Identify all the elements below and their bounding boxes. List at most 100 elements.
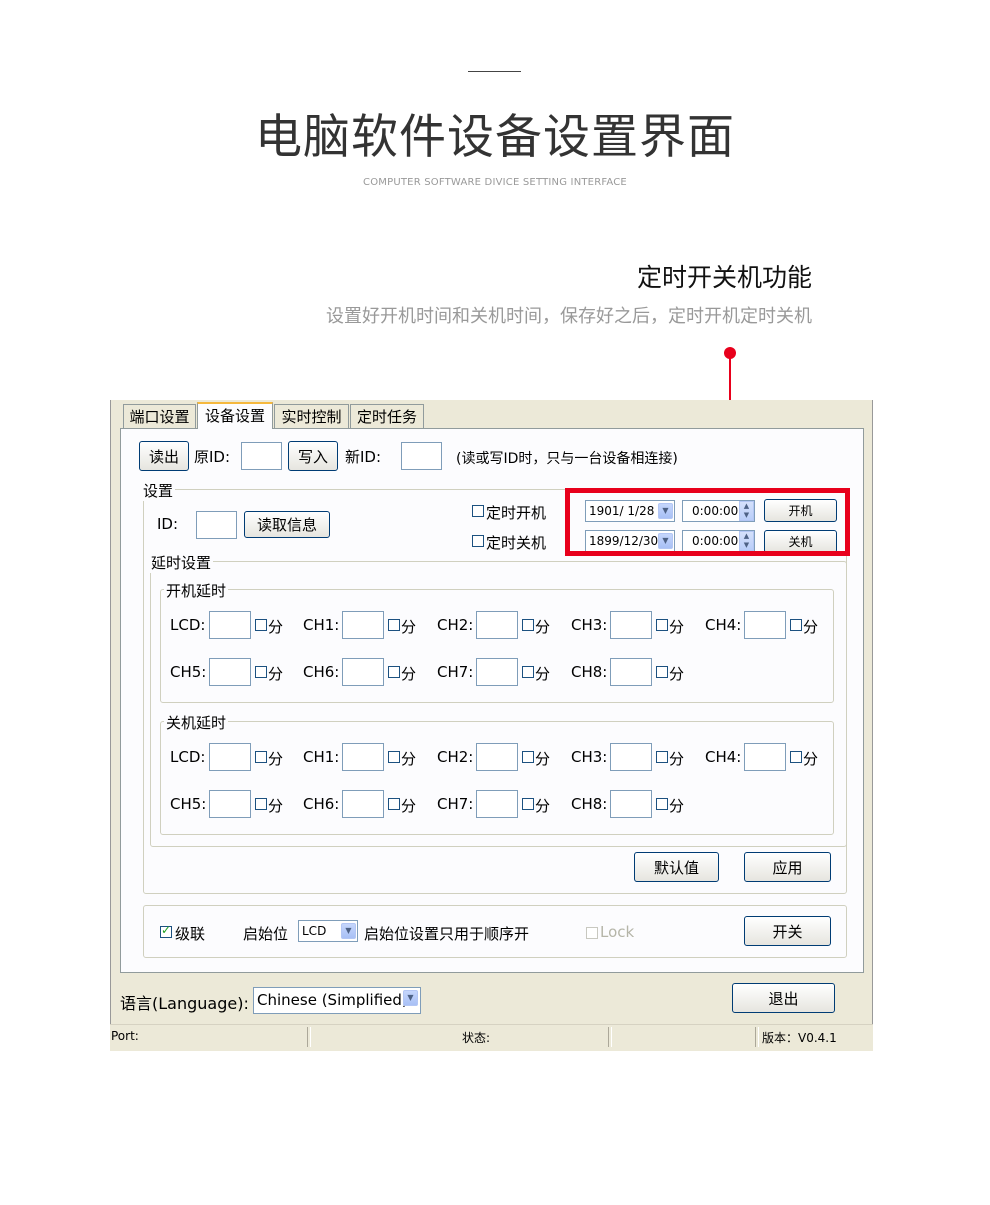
window-border-left xyxy=(110,400,111,1050)
delay-off-minutes-input[interactable] xyxy=(342,790,384,818)
feature-title: 定时开关机功能 xyxy=(636,263,812,292)
delay-off-minutes-input[interactable] xyxy=(476,743,518,771)
delay-off-channel-label: CH6: xyxy=(303,795,340,813)
delay-on-channel-label: CH3: xyxy=(571,616,608,634)
delay-off-channel-label: CH7: xyxy=(437,795,474,813)
delay-off-minutes-input[interactable] xyxy=(744,743,786,771)
delay-off-checkbox[interactable] xyxy=(255,798,267,810)
delay-on-channel-label: CH6: xyxy=(303,663,340,681)
delay-on-channel-label: CH7: xyxy=(437,663,474,681)
delay-off-channel-label: CH4: xyxy=(705,748,742,766)
apply-button[interactable]: 应用 xyxy=(744,852,831,882)
lock-label: Lock xyxy=(600,923,635,941)
delay-unit-label: 分 xyxy=(535,750,551,768)
language-select-value: Chinese (Simplified) xyxy=(257,991,408,1009)
read-button[interactable]: 读出 xyxy=(139,441,189,471)
device-id-label: ID: xyxy=(157,515,179,533)
delay-off-minutes-input[interactable] xyxy=(209,743,251,771)
delay-unit-label: 分 xyxy=(268,665,284,683)
delay-off-channel-label: CH3: xyxy=(571,748,608,766)
delay-on-checkbox[interactable] xyxy=(790,619,802,631)
timer-on-checkbox[interactable] xyxy=(472,505,484,517)
language-select[interactable]: Chinese (Simplified) xyxy=(253,987,421,1014)
orig-id-label: 原ID: xyxy=(194,448,231,466)
start-hint: 启始位设置只用于顺序开 xyxy=(364,925,530,943)
delay-unit-label: 分 xyxy=(268,750,284,768)
device-id-input[interactable] xyxy=(196,511,237,539)
switch-button[interactable]: 开关 xyxy=(744,916,831,946)
delay-on-checkbox[interactable] xyxy=(656,666,668,678)
delay-on-checkbox[interactable] xyxy=(255,666,267,678)
orig-id-input[interactable] xyxy=(241,442,282,470)
lock-checkbox[interactable] xyxy=(586,927,598,939)
top-divider xyxy=(468,71,521,72)
status-separator xyxy=(755,1027,759,1047)
new-id-input[interactable] xyxy=(401,442,442,470)
delay-on-minutes-input[interactable] xyxy=(209,611,251,639)
delay-off-minutes-input[interactable] xyxy=(610,743,652,771)
language-label: 语言(Language): xyxy=(120,994,249,1013)
delay-unit-label: 分 xyxy=(803,618,819,636)
chevron-down-icon[interactable]: ▼ xyxy=(403,990,418,1006)
delay-on-checkbox[interactable] xyxy=(522,619,534,631)
delay-on-checkbox[interactable] xyxy=(388,666,400,678)
delay-off-checkbox[interactable] xyxy=(656,798,668,810)
feature-description: 设置好开机时间和关机时间，保存好之后，定时开机定时关机 xyxy=(326,306,812,327)
tab-realtime-control[interactable]: 实时控制 xyxy=(274,404,349,428)
delay-on-minutes-input[interactable] xyxy=(342,611,384,639)
delay-off-checkbox[interactable] xyxy=(522,798,534,810)
delay-off-minutes-input[interactable] xyxy=(342,743,384,771)
delay-unit-label: 分 xyxy=(669,618,685,636)
delay-off-checkbox[interactable] xyxy=(522,751,534,763)
chevron-down-icon[interactable]: ▼ xyxy=(341,923,356,939)
delay-on-minutes-input[interactable] xyxy=(476,658,518,686)
start-label: 启始位 xyxy=(243,925,289,943)
delay-off-checkbox[interactable] xyxy=(255,751,267,763)
delay-unit-label: 分 xyxy=(401,665,417,683)
delay-on-checkbox[interactable] xyxy=(656,619,668,631)
delay-off-channel-label: CH2: xyxy=(437,748,474,766)
delay-off-channel-label: CH1: xyxy=(303,748,340,766)
delay-on-minutes-input[interactable] xyxy=(610,658,652,686)
status-port: Port: xyxy=(111,1029,139,1043)
delay-on-checkbox[interactable] xyxy=(255,619,267,631)
delay-unit-label: 分 xyxy=(401,750,417,768)
timer-off-label: 定时关机 xyxy=(486,534,547,552)
tab-scheduled-tasks[interactable]: 定时任务 xyxy=(350,404,424,428)
delay-on-checkbox[interactable] xyxy=(388,619,400,631)
highlight-box xyxy=(565,488,850,556)
tab-port-settings[interactable]: 端口设置 xyxy=(123,404,196,428)
status-version: 版本：V0.4.1 xyxy=(762,1031,837,1045)
delay-unit-label: 分 xyxy=(803,750,819,768)
exit-button[interactable]: 退出 xyxy=(732,983,835,1013)
cascade-checkbox[interactable] xyxy=(160,923,172,938)
write-button[interactable]: 写入 xyxy=(288,441,338,471)
delay-unit-label: 分 xyxy=(669,750,685,768)
delay-unit-label: 分 xyxy=(535,665,551,683)
delay-on-minutes-input[interactable] xyxy=(744,611,786,639)
default-button[interactable]: 默认值 xyxy=(634,852,719,882)
delay-off-minutes-input[interactable] xyxy=(209,790,251,818)
delay-off-minutes-input[interactable] xyxy=(476,790,518,818)
delay-off-checkbox[interactable] xyxy=(656,751,668,763)
delay-on-minutes-input[interactable] xyxy=(209,658,251,686)
delay-off-minutes-input[interactable] xyxy=(610,790,652,818)
delay-off-checkbox[interactable] xyxy=(388,751,400,763)
delay-on-channel-label: CH1: xyxy=(303,616,340,634)
delay-group-title: 延时设置 xyxy=(149,552,214,573)
delay-on-minutes-input[interactable] xyxy=(476,611,518,639)
read-info-button[interactable]: 读取信息 xyxy=(244,511,330,538)
delay-on-minutes-input[interactable] xyxy=(610,611,652,639)
delay-unit-label: 分 xyxy=(401,618,417,636)
timer-on-label: 定时开机 xyxy=(486,504,547,522)
delay-on-channel-label: CH5: xyxy=(170,663,207,681)
delay-off-checkbox[interactable] xyxy=(388,798,400,810)
timer-off-checkbox[interactable] xyxy=(472,535,484,547)
delay-off-checkbox[interactable] xyxy=(790,751,802,763)
delay-off-channel-label: LCD: xyxy=(170,748,206,766)
delay-on-checkbox[interactable] xyxy=(522,666,534,678)
tab-device-settings[interactable]: 设备设置 xyxy=(197,402,273,429)
delay-on-minutes-input[interactable] xyxy=(342,658,384,686)
window-border-right xyxy=(872,400,873,1050)
cascade-label: 级联 xyxy=(175,925,206,943)
